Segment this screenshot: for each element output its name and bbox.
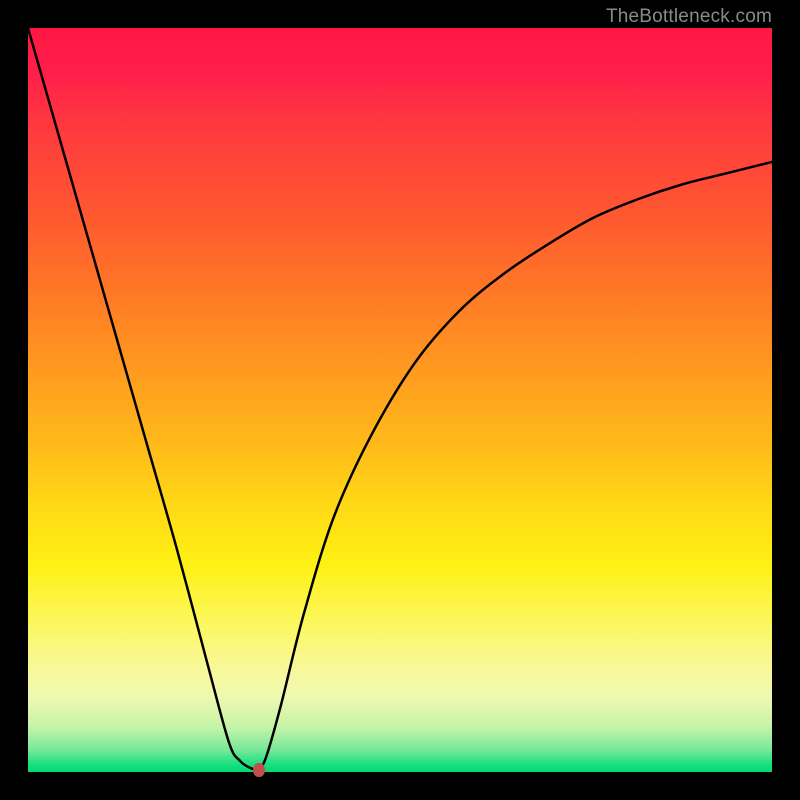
optimum-marker	[253, 763, 265, 777]
chart-frame: TheBottleneck.com	[0, 0, 800, 800]
plot-area	[28, 28, 772, 772]
curve-svg	[28, 28, 772, 772]
bottleneck-curve	[28, 28, 772, 769]
watermark-text: TheBottleneck.com	[606, 6, 772, 28]
